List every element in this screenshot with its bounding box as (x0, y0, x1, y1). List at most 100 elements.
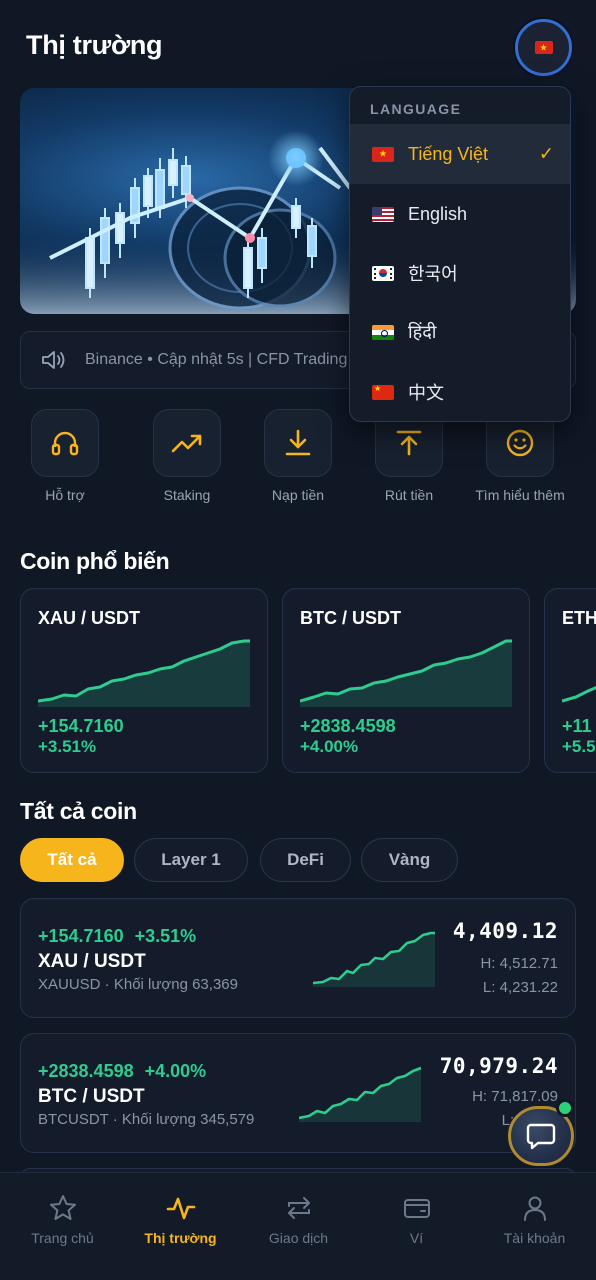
coin-low: L: 4,231.22 (482, 979, 558, 996)
action-staking-tile[interactable] (153, 409, 221, 477)
coin-change: +154.7160 (38, 716, 124, 736)
language-switcher-button[interactable] (515, 19, 572, 76)
user-icon (523, 1196, 546, 1221)
coin-price: 4,409.12 (452, 919, 558, 943)
coin-row[interactable]: +154.7160 +3.51% XAU / USDT XAUUSD · Khố… (20, 898, 576, 1018)
popular-coin-card[interactable]: ETH +11 +5.5 (544, 588, 596, 773)
nav-wallet-label: Ví (409, 1230, 424, 1246)
coin-pair: BTC / USDT (300, 608, 401, 628)
activity-icon (166, 1197, 195, 1220)
language-option-korean[interactable]: 한국어 (350, 243, 570, 303)
popular-coin-card[interactable]: XAU / USDT +154.7160 +3.51% (20, 588, 268, 773)
vietnam-flag-icon (534, 41, 553, 54)
coin-percent: +3.51% (134, 926, 197, 946)
swap-icon (287, 1197, 310, 1219)
language-option-label: हिंदी (408, 322, 437, 342)
language-option-hindi[interactable]: हिंदी (350, 302, 570, 362)
coin-change: +154.7160 (38, 926, 124, 946)
headphones-icon (51, 431, 79, 456)
wallet-icon (403, 1199, 430, 1218)
language-option-label: English (408, 203, 468, 224)
coin-percent: +4.00% (144, 1061, 207, 1081)
page-title: Thị trường (26, 30, 163, 60)
action-staking-label: Staking (163, 487, 211, 503)
action-support-tile[interactable] (31, 409, 99, 477)
trend-up-icon (171, 434, 202, 453)
usa-flag-icon (372, 206, 394, 222)
filter-chip-gold[interactable]: Vàng (361, 838, 458, 882)
popular-coins-title: Coin phổ biến (20, 548, 170, 574)
action-deposit-tile[interactable] (264, 409, 332, 477)
language-menu-heading: LANGUAGE (370, 101, 462, 117)
language-menu: LANGUAGE Tiếng Việt ✓ English 한국어 हिंदी … (349, 86, 571, 422)
filter-chip-all[interactable]: Tất cả (20, 838, 124, 882)
action-learn-more[interactable]: Tìm hiểu thêm (475, 409, 565, 504)
quick-actions: Hỗ trợ Staking Nạp tiền Rút tiền Tìm hiể… (20, 409, 576, 529)
nav-market-label: Thị trường (144, 1230, 217, 1246)
download-icon (285, 429, 311, 456)
online-status-dot (556, 1099, 574, 1117)
action-support-label: Hỗ trợ (45, 487, 85, 503)
star-icon (49, 1195, 76, 1220)
coin-high: H: 4,512.71 (480, 955, 558, 972)
nav-account-label: Tài khoản (503, 1230, 566, 1246)
smile-icon (506, 429, 534, 457)
action-support[interactable]: Hỗ trợ (20, 409, 110, 504)
coin-change: +2838.4598 (300, 716, 396, 736)
speaker-icon (42, 351, 65, 369)
ticker-text: Binance • Cập nhật 5s | CFD Trading (85, 351, 348, 368)
coin-price: 70,979.24 (439, 1054, 558, 1078)
bottom-navigation: Trang chủ Thị trường Giao dịch Ví Tài kh… (0, 1172, 596, 1280)
nav-market[interactable]: Thị trường (121, 1173, 240, 1280)
china-flag-icon (372, 384, 394, 400)
sparkline-chart (300, 639, 512, 707)
filter-chip-layer1[interactable]: Layer 1 (134, 838, 248, 882)
sparkline-chart (299, 1066, 422, 1122)
nav-home-label: Trang chủ (31, 1230, 94, 1246)
coin-pair: BTC / USDT (38, 1086, 145, 1107)
nav-trade[interactable]: Giao dịch (239, 1173, 358, 1280)
filter-chip-defi[interactable]: DeFi (260, 838, 351, 882)
coin-pair: ETH (562, 608, 596, 628)
language-option-label: 한국어 (408, 264, 458, 284)
language-option-chinese[interactable]: 中文 (350, 362, 570, 421)
coin-change-line: +2838.4598 +4.00% (38, 1061, 212, 1082)
language-option-vietnamese[interactable]: Tiếng Việt ✓ (350, 124, 570, 184)
action-learn-more-label: Tìm hiểu thêm (475, 487, 565, 503)
action-staking[interactable]: Staking (142, 409, 232, 504)
check-icon: ✓ (538, 143, 554, 164)
coin-change-line: +154.7160 +3.51% (38, 926, 202, 947)
coin-volume: BTCUSDT · Khối lượng 345,579 (38, 1111, 255, 1128)
nav-trade-label: Giao dịch (268, 1230, 329, 1246)
coin-pair: XAU / USDT (38, 951, 146, 972)
sparkline-chart (313, 931, 435, 987)
coin-row[interactable]: +2838.4598 +4.00% BTC / USDT BTCUSDT · K… (20, 1033, 576, 1153)
language-option-english[interactable]: English (350, 184, 570, 244)
korea-flag-icon (372, 265, 394, 281)
action-withdraw[interactable]: Rút tiền (364, 409, 454, 504)
sparkline-chart (38, 639, 250, 707)
upload-icon (396, 430, 422, 456)
coin-volume: XAUUSD · Khối lượng 63,369 (38, 976, 238, 993)
popular-coin-card[interactable]: BTC / USDT +2838.4598 +4.00% (282, 588, 530, 773)
nav-home[interactable]: Trang chủ (3, 1173, 122, 1280)
action-deposit[interactable]: Nạp tiền (253, 409, 343, 504)
nav-account[interactable]: Tài khoản (475, 1173, 594, 1280)
sparkline-chart (562, 685, 596, 703)
action-withdraw-label: Rút tiền (384, 487, 434, 503)
nav-wallet[interactable]: Ví (357, 1173, 476, 1280)
language-option-label: 中文 (408, 383, 444, 403)
coin-change: +2838.4598 (38, 1061, 134, 1081)
all-coins-title: Tất cả coin (20, 798, 137, 824)
coin-pair: XAU / USDT (38, 608, 141, 628)
coin-change: +11 (562, 716, 592, 736)
language-option-label: Tiếng Việt (408, 143, 489, 164)
coin-high: H: 71,817.09 (472, 1088, 558, 1105)
chat-bubble-icon (526, 1123, 556, 1150)
coin-percent: +4.00% (300, 737, 359, 756)
vietnam-flag-icon (372, 146, 394, 162)
market-screen: Thị trường ★ Binance • Cập nhật 5s | CFD… (0, 0, 596, 1280)
action-deposit-label: Nạp tiền (271, 487, 325, 503)
coin-percent: +3.51% (38, 737, 97, 756)
coin-percent: +5.5 (562, 737, 596, 756)
